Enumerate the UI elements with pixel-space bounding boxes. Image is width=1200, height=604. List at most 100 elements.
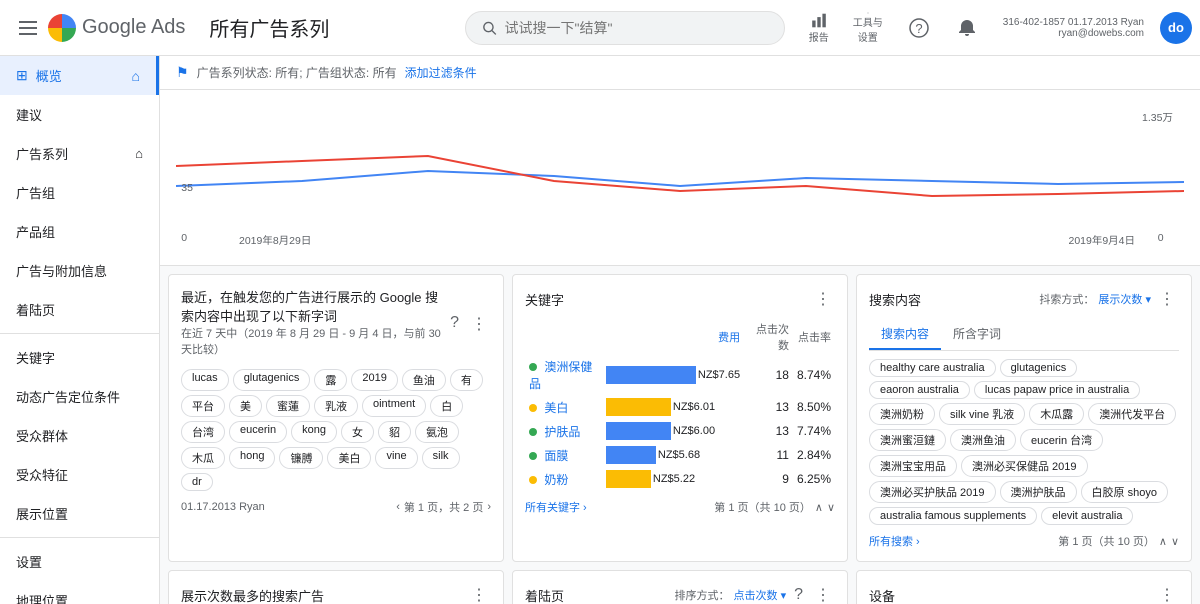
tools-button[interactable]: 工具与 设置 — [845, 8, 891, 48]
kw-name: 面膜 — [525, 443, 602, 467]
chip-lu[interactable]: 露 — [314, 369, 347, 391]
sc-sort-val[interactable]: 展示次数 ▾ — [1098, 291, 1151, 307]
kw-name-link[interactable]: 美白 — [544, 401, 568, 415]
notifications-button[interactable] — [947, 8, 987, 48]
chip-mei[interactable]: 美 — [229, 395, 262, 417]
lp-more-icon[interactable]: ⋮ — [811, 583, 835, 604]
chip-fish-oil[interactable]: 鱼油 — [402, 369, 446, 391]
chip-lotion[interactable]: 乳液 — [314, 395, 358, 417]
chip-ointment[interactable]: ointment — [362, 395, 426, 417]
svg-text:2019年8月29日: 2019年8月29日 — [239, 234, 311, 246]
sidebar-item-adgroups[interactable]: 广告组 — [0, 173, 159, 212]
all-search-link[interactable]: 所有搜索 › — [869, 533, 920, 549]
svg-text:0: 0 — [181, 233, 187, 244]
kw-name-link[interactable]: 面膜 — [544, 449, 568, 463]
prev-page-icon[interactable]: ‹ — [396, 501, 400, 513]
sc-next[interactable]: ∨ — [1171, 535, 1179, 548]
ad-more-icon[interactable]: ⋮ — [467, 583, 491, 604]
chip-kong[interactable]: kong — [291, 421, 337, 443]
kw-status-dot — [529, 476, 537, 484]
search-term-chip: eucerin 台湾 — [1020, 429, 1103, 451]
kw-name-link[interactable]: 澳洲保健品 — [529, 360, 592, 391]
chip-2019[interactable]: 2019 — [351, 369, 397, 391]
home-icon: ⌂ — [132, 68, 140, 84]
sidebar-item-landingpages[interactable]: 着陆页 — [0, 290, 159, 329]
kw-more-icon[interactable]: ⋮ — [811, 287, 835, 311]
menu-icon[interactable] — [8, 8, 48, 48]
chip-eucerin[interactable]: eucerin — [229, 421, 287, 443]
device-more-icon[interactable]: ⋮ — [1155, 583, 1179, 604]
sidebar-item-audiences[interactable]: 受众群体 — [0, 416, 159, 455]
kw-col-cost[interactable]: 费用 — [602, 319, 744, 355]
tab-included-terms[interactable]: 所含字词 — [941, 319, 1013, 350]
kw-bar — [606, 398, 671, 416]
chip-you[interactable]: 有 — [450, 369, 483, 391]
sidebar-item-keywords[interactable]: 关键字 — [0, 338, 159, 377]
search-term-chip: australia famous supplements — [869, 507, 1037, 525]
search-icon — [482, 20, 497, 36]
help-icon[interactable]: ? — [446, 312, 463, 336]
search-bar[interactable] — [465, 11, 785, 45]
add-filter-button[interactable]: 添加过滤条件 — [405, 64, 477, 81]
chip-mink[interactable]: 貂 — [378, 421, 411, 443]
kw-ctr: 2.84% — [793, 443, 835, 467]
chip-ammonia[interactable]: 氨泡 — [415, 421, 459, 443]
chip-platform[interactable]: 平台 — [181, 395, 225, 417]
chip-honey[interactable]: 蜜蓮 — [266, 395, 310, 417]
search-term-chip: 澳洲蜜洹鏈 — [869, 429, 946, 451]
sidebar-item-dynamic-targeting[interactable]: 动态广告定位条件 — [0, 377, 159, 416]
reports-button[interactable]: 报告 — [801, 8, 837, 48]
chip-silk[interactable]: silk — [422, 447, 460, 469]
new-terms-chips: lucas glutagenics 露 2019 鱼油 有 平台 美 蜜蓮 乳液… — [181, 369, 491, 491]
chip-vine[interactable]: vine — [375, 447, 417, 469]
sidebar-item-demographics[interactable]: 受众特征 — [0, 455, 159, 494]
kw-name-link[interactable]: 护肤品 — [544, 425, 580, 439]
chip-hong[interactable]: hong — [229, 447, 275, 469]
search-term-chip: 澳洲必买保健品 2019 — [961, 455, 1088, 477]
search-input[interactable] — [505, 20, 768, 36]
tab-search-content[interactable]: 搜索内容 — [869, 319, 941, 350]
chip-glutagenics[interactable]: glutagenics — [233, 369, 311, 391]
kw-col-name — [525, 319, 602, 355]
search-term-chip: 澳洲护肤品 — [1000, 481, 1077, 503]
chip-sicle[interactable]: 镰膊 — [279, 447, 323, 469]
kw-cost: NZ$6.01 — [673, 401, 715, 413]
chip-papaya[interactable]: 木瓜 — [181, 447, 225, 469]
sidebar-item-suggestions[interactable]: 建议 — [0, 95, 159, 134]
landing-page-card: 着陆页 排序方式： 点击次数 ▾ ? ⋮ https://www.healthc… — [512, 570, 848, 604]
sidebar-item-campaigns[interactable]: 广告系列 ⌂ — [0, 134, 159, 173]
all-keywords-link[interactable]: 所有关键字 › — [525, 499, 587, 515]
chip-lucas[interactable]: lucas — [181, 369, 229, 391]
kw-name: 奶粉 — [525, 467, 602, 491]
chip-dr[interactable]: dr — [181, 473, 213, 491]
sidebar-item-overview[interactable]: ⊞ 概览 ⌂ — [0, 56, 159, 95]
lp-sort-val[interactable]: 点击次数 ▾ — [734, 587, 787, 603]
user-avatar[interactable]: do — [1160, 12, 1192, 44]
lp-help-icon[interactable]: ? — [790, 584, 807, 604]
kw-clicks: 9 — [744, 467, 793, 491]
kw-clicks: 13 — [744, 395, 793, 419]
chip-white[interactable]: 白 — [430, 395, 463, 417]
chip-female[interactable]: 女 — [341, 421, 374, 443]
sc-prev[interactable]: ∧ — [1159, 535, 1167, 548]
kw-actions: ⋮ — [811, 287, 835, 311]
sidebar-item-ads[interactable]: 广告与附加信息 — [0, 251, 159, 290]
sidebar-item-placements[interactable]: 展示位置 — [0, 494, 159, 533]
chip-white2[interactable]: 美白 — [327, 447, 371, 469]
sidebar: ⊞ 概览 ⌂ 建议 广告系列 ⌂ 广告组 产品组 广告与附加信息 着陆页 关键字… — [0, 56, 160, 604]
kw-bar-cell: NZ$5.68 — [602, 443, 744, 467]
next-page-icon[interactable]: › — [487, 501, 491, 513]
kw-prev[interactable]: ∧ — [815, 501, 823, 514]
sidebar-divider — [0, 333, 159, 334]
help-button[interactable]: ? — [899, 8, 939, 48]
sidebar-item-locations[interactable]: 地理位置 — [0, 581, 159, 604]
sidebar-item-settings[interactable]: 设置 — [0, 542, 159, 581]
more-icon[interactable]: ⋮ — [467, 312, 491, 336]
sidebar-item-productgroups[interactable]: 产品组 — [0, 212, 159, 251]
chip-taiwan[interactable]: 台湾 — [181, 421, 225, 443]
sc-more-icon[interactable]: ⋮ — [1155, 287, 1179, 311]
kw-next[interactable]: ∨ — [827, 501, 835, 514]
sc-header: 搜索内容 抖索方式： 展示次数 ▾ ⋮ — [869, 287, 1179, 311]
card-title-area: 最近，在触发您的广告进行展示的 Google 搜索内容中出现了以下新字词 在近 … — [181, 287, 446, 361]
kw-name-link[interactable]: 奶粉 — [544, 473, 568, 487]
